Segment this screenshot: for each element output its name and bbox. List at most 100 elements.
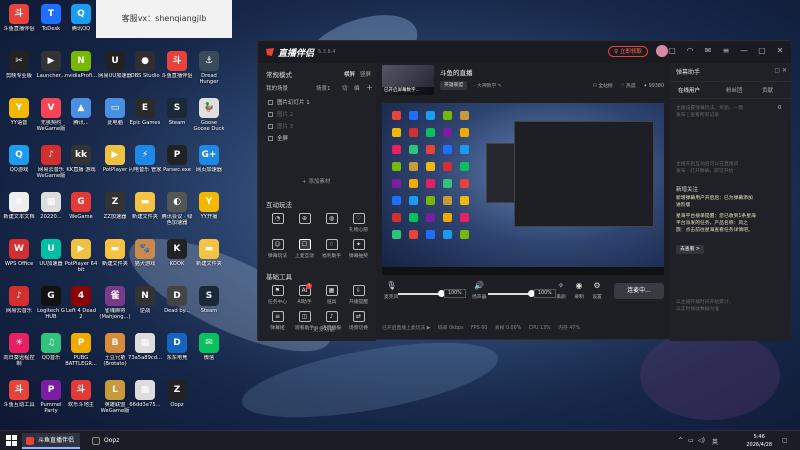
- desktop-icon[interactable]: kk KK直播 游戏: [64, 145, 98, 185]
- scene-item[interactable]: 全屏: [262, 133, 372, 145]
- desktop-icon[interactable]: ▲ 腾讯...: [64, 98, 98, 138]
- live-preview[interactable]: [382, 103, 664, 275]
- tab-contribution[interactable]: 贡献: [762, 86, 773, 94]
- speaker-control[interactable]: 🔊 扬声器: [472, 281, 486, 300]
- notification-icon[interactable]: ▢: [782, 437, 788, 444]
- desktop-icon[interactable]: ♫ QQ音乐: [34, 333, 68, 373]
- status-item[interactable]: 已开启直播上麦玩法 ▶: [382, 326, 430, 331]
- desktop-icon[interactable]: 斗斗鱼直播伴侣: [160, 51, 194, 91]
- tool-button[interactable]: ⇄ 场景切换: [345, 309, 372, 335]
- desktop-icon[interactable]: ♪ 网易云音乐: [2, 286, 36, 326]
- view-details-link[interactable]: 去查看 >: [676, 245, 704, 254]
- desktop-icon[interactable]: L 英雄联盟 WeGame版: [98, 380, 132, 420]
- tool-button[interactable]: ☐ 上麦互动: [291, 237, 318, 263]
- scene-checkbox[interactable]: [268, 124, 273, 129]
- scene-switch-action[interactable]: 切: [342, 84, 348, 92]
- desktop-icon[interactable]: ▦ 66dd3e75...: [128, 380, 162, 420]
- tab-online-users[interactable]: 在线用户: [678, 86, 700, 94]
- desktop-icon[interactable]: V 无畏契约 WeGame版: [34, 98, 68, 138]
- stream-title[interactable]: 斗鱼的直播: [440, 67, 473, 77]
- tool-button[interactable]: AI AI助手!: [291, 283, 318, 309]
- desktop-icon[interactable]: T ToDesk: [34, 4, 68, 44]
- desktop-icon[interactable]: 4 Left 4 Dead 2: [64, 286, 98, 326]
- menu-icon[interactable]: ≡: [721, 46, 731, 56]
- chevron-up-icon[interactable]: ^: [678, 437, 683, 444]
- taskbar-app-douyu[interactable]: 斗鱼直播伴侣: [22, 433, 81, 449]
- tool-button[interactable]: ≡ 弹幕姬: [264, 309, 291, 335]
- desktop-icon[interactable]: ▶ PotPlayer: [98, 145, 132, 185]
- taskbar-app-oopz[interactable]: Oopz: [88, 433, 125, 449]
- tool-button[interactable]: ▦ 道具: [318, 283, 345, 309]
- volume-icon[interactable]: ◁): [698, 437, 705, 444]
- desktop-icon[interactable]: D 东东电竞: [160, 333, 194, 373]
- tool-button[interactable]: ☺ 弹幕玩法: [264, 237, 291, 263]
- desktop-icon[interactable]: ◐ 腾讯会议 · 绿色加速器: [160, 192, 194, 232]
- mic-volume-slider[interactable]: [398, 290, 445, 297]
- heat-stat[interactable]: ♡ 热度: [620, 84, 635, 89]
- desktop-icon[interactable]: Q QQ游戏: [2, 145, 36, 185]
- tool-button[interactable]: ⊕: [291, 211, 318, 237]
- desktop-icon[interactable]: G WeGame: [64, 192, 98, 232]
- message-icon[interactable]: ✉: [703, 46, 713, 56]
- desktop-icon[interactable]: ▬ 新建文件夹: [98, 239, 132, 279]
- desktop-icon[interactable]: G+ 网页加速器: [192, 145, 226, 185]
- desktop-icon[interactable]: 雀雀魂麻将 (Mahjong...): [98, 286, 132, 326]
- desktop-icon[interactable]: P Parsec.exe: [160, 145, 194, 185]
- category-subtitle[interactable]: · 大神教学 ✎: [474, 82, 502, 89]
- desktop-icon[interactable]: Z ZZ加速器: [98, 192, 132, 232]
- add-source-button[interactable]: + 添加素材: [302, 177, 330, 185]
- desktop-icon[interactable]: ♪ 网易云音乐 WeGame版: [34, 145, 68, 185]
- scene-item[interactable]: 图片 3: [262, 121, 372, 133]
- chat-icon[interactable]: ▢: [667, 46, 677, 56]
- tool-button[interactable]: ⇩ 开播提醒: [345, 283, 372, 309]
- desktop-icon[interactable]: K KOOK: [160, 239, 194, 279]
- desktop-icon[interactable]: S Steam: [160, 98, 194, 138]
- live-status-button[interactable]: 连麦中...: [614, 283, 664, 299]
- scene-item[interactable]: 图片 2: [262, 109, 372, 121]
- tool-button[interactable]: ◔: [264, 211, 291, 237]
- desktop-icon[interactable]: U UU加速器: [34, 239, 68, 279]
- input-language[interactable]: 英: [712, 437, 718, 446]
- claim-button[interactable]: ♀ 立即领取: [608, 46, 648, 57]
- desktop-icon[interactable]: P PUBG BATTLEGR...: [64, 333, 98, 373]
- desktop-icon[interactable]: NnvidiaProfi...: [64, 51, 98, 91]
- scene-edit-action[interactable]: 编: [354, 84, 360, 92]
- desktop-icon[interactable]: Z Oopz: [160, 380, 194, 420]
- desktop-icon[interactable]: ▬ 新建文件夹: [192, 239, 226, 279]
- add-scene-icon[interactable]: +: [366, 83, 373, 92]
- desktop-icon[interactable]: ✂ 剪映专业版: [2, 51, 36, 91]
- minimize-icon[interactable]: —: [739, 46, 749, 56]
- mic-control[interactable]: 🎙 麦克风: [384, 281, 398, 300]
- tool-button[interactable]: ♢ 福利助手: [318, 237, 345, 263]
- desktop-icon[interactable]: S Steam: [192, 286, 226, 326]
- desktop-icon[interactable]: ▬ 新建文件夹: [128, 192, 162, 232]
- stream-cover-thumbnail[interactable]: 已开启屏幕数字...: [382, 65, 434, 95]
- desktop-icon[interactable]: 斗欢乐斗地主: [64, 380, 98, 420]
- speaker-volume-slider[interactable]: [488, 290, 535, 297]
- desktop-icon[interactable]: Y YY开播: [192, 192, 226, 232]
- mic-percent[interactable]: 100%: [444, 289, 466, 298]
- desktop-icon[interactable]: 斗斗鱼直播伴侣: [2, 4, 36, 44]
- app-titlebar[interactable]: 直播伴侣 5.3.6.4 ♀ 立即领取 ▢ ◠ ✉ ≡ — ▢ ✕: [258, 41, 791, 63]
- desktop-icon[interactable]: Q 腾讯QQ: [64, 4, 98, 44]
- desktop-icon[interactable]: ▦ 73a5a89cd...: [128, 333, 162, 373]
- speaker-percent[interactable]: 100%: [534, 289, 556, 298]
- tab-portrait[interactable]: 竖屏: [360, 70, 371, 78]
- desktop-icon[interactable]: G Logitech G HUB: [34, 286, 68, 326]
- desktop-icon[interactable]: 斗斗鱼互动工具: [2, 380, 36, 420]
- desktop-icon[interactable]: ✉ 微信: [192, 333, 226, 373]
- desktop-icon[interactable]: ≡ 新建文本文档: [2, 192, 36, 232]
- mode-select[interactable]: 常规模式: [266, 69, 292, 79]
- desktop-icon[interactable]: Y YY语音: [2, 98, 36, 138]
- network-icon[interactable]: ▭: [688, 437, 694, 444]
- tool-button[interactable]: ♡ 礼物心愿: [345, 211, 372, 237]
- desktop-icon[interactable]: ⚡ 闪电音乐 管家: [128, 145, 162, 185]
- scene-checkbox[interactable]: [268, 100, 273, 105]
- more-functions-button[interactable]: ··· 更多功能: [306, 325, 335, 333]
- maximize-icon[interactable]: ▢: [757, 46, 767, 56]
- scene-action[interactable]: 场景1: [316, 84, 331, 92]
- tab-fan-club[interactable]: 粉丝团: [726, 86, 743, 94]
- desktop-icon[interactable]: ⚓ Dread Hunger: [192, 51, 226, 91]
- scene-checkbox[interactable]: [268, 136, 273, 141]
- desktop-icon[interactable]: P Pummel Party: [34, 380, 68, 420]
